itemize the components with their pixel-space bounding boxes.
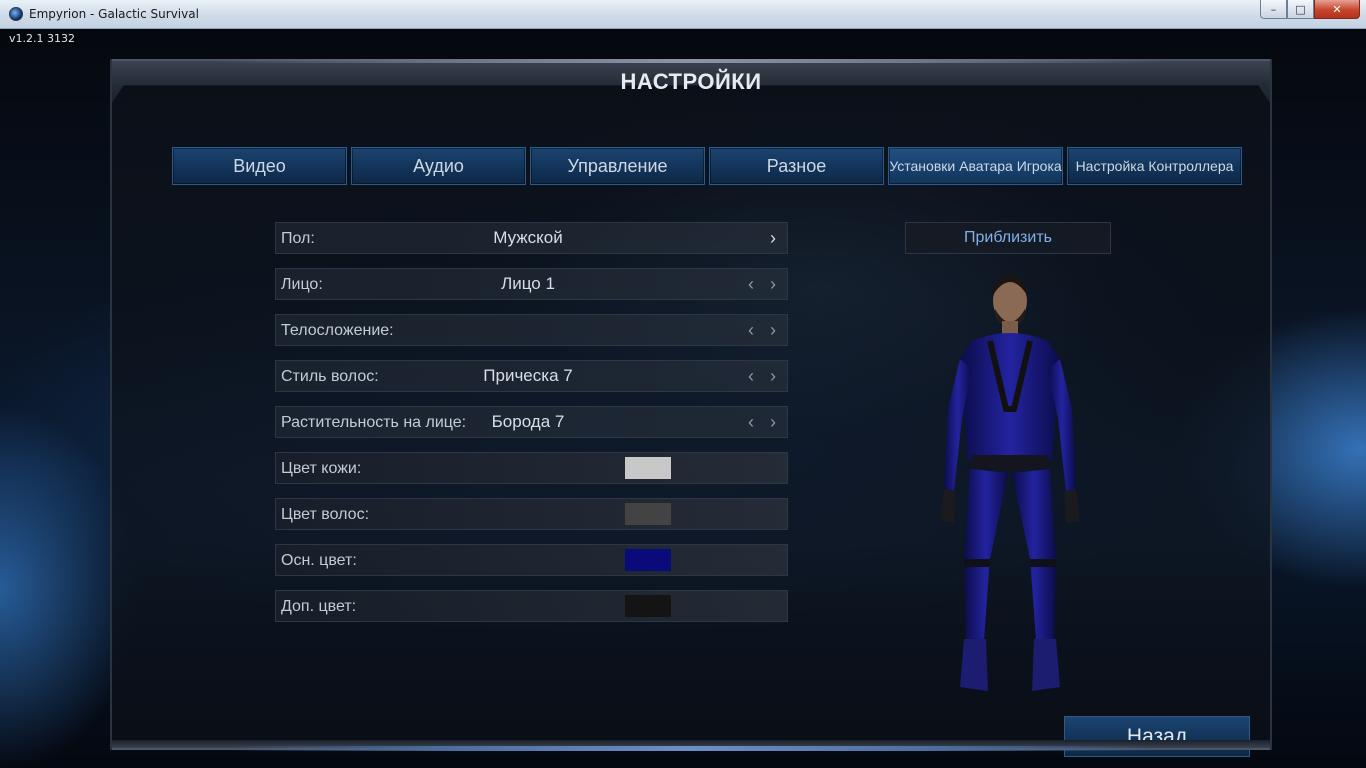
page-title: НАСТРОЙКИ: [620, 69, 762, 94]
gender-next-arrow-icon[interactable]: ›: [763, 228, 783, 248]
hair-style-label: Стиль волос:: [281, 368, 379, 385]
facial-hair-value: Борода 7: [491, 412, 565, 431]
hair-color-label: Цвет волос:: [281, 506, 370, 523]
body-type-row: Телосложение: ‹ ›: [275, 314, 788, 346]
skin-color-label: Цвет кожи:: [281, 460, 362, 477]
body-type-next-arrow-icon[interactable]: ›: [763, 320, 783, 340]
panel-footer-accent: [222, 746, 1160, 751]
hair-style-next-arrow-icon[interactable]: ›: [763, 366, 783, 386]
tab-controller-settings[interactable]: Настройка Контроллера: [1067, 147, 1242, 185]
minimize-button[interactable]: –: [1260, 0, 1287, 19]
facial-hair-prev-arrow-icon[interactable]: ‹: [741, 412, 761, 432]
hair-style-value: Прическа 7: [483, 366, 573, 385]
tab-video[interactable]: Видео: [172, 147, 347, 185]
face-row: Лицо: Лицо 1 ‹ ›: [275, 268, 788, 300]
skin-color-row: Цвет кожи:: [275, 452, 788, 484]
avatar-settings-list: Пол: Мужской › Лицо: Лицо 1 ‹ › Телослож…: [275, 222, 788, 636]
zoom-button[interactable]: Приблизить: [905, 222, 1111, 254]
facial-hair-next-arrow-icon[interactable]: ›: [763, 412, 783, 432]
secondary-color-row: Доп. цвет:: [275, 590, 788, 622]
maximize-button[interactable]: □: [1287, 0, 1314, 19]
body-type-prev-arrow-icon[interactable]: ‹: [741, 320, 761, 340]
tab-misc[interactable]: Разное: [709, 147, 884, 185]
hair-style-row: Стиль волос: Прическа 7 ‹ ›: [275, 360, 788, 392]
face-prev-arrow-icon[interactable]: ‹: [741, 274, 761, 294]
hair-color-swatch[interactable]: [625, 503, 671, 525]
face-label: Лицо:: [281, 276, 323, 293]
gender-value: Мужской: [493, 228, 563, 247]
tab-player-avatar[interactable]: Установки Аватара Игрока: [888, 147, 1063, 185]
gender-label: Пол:: [281, 230, 315, 247]
version-label: v1.2.1 3132: [9, 32, 75, 45]
skin-color-swatch[interactable]: [625, 457, 671, 479]
secondary-color-swatch[interactable]: [625, 595, 671, 617]
facial-hair-row: Растительность на лице: Борода 7 ‹ ›: [275, 406, 788, 438]
body-type-label: Телосложение:: [281, 322, 394, 339]
hair-style-prev-arrow-icon[interactable]: ‹: [741, 366, 761, 386]
game-viewport: v1.2.1 3132 НАСТРОЙКИ Видео Аудио Управл…: [0, 29, 1366, 768]
panel-header-accent: [212, 59, 1170, 63]
window-title: Empyrion - Galactic Survival: [29, 7, 199, 21]
app-icon: [9, 7, 23, 21]
settings-panel: НАСТРОЙКИ Видео Аудио Управление Разное …: [110, 59, 1272, 757]
window-titlebar[interactable]: Empyrion - Galactic Survival – □ ✕: [0, 0, 1366, 29]
gender-row: Пол: Мужской ›: [275, 222, 788, 254]
tab-controls[interactable]: Управление: [530, 147, 705, 185]
hair-color-row: Цвет волос:: [275, 498, 788, 530]
face-next-arrow-icon[interactable]: ›: [763, 274, 783, 294]
settings-tabs: Видео Аудио Управление Разное Установки …: [172, 147, 1242, 185]
primary-color-row: Осн. цвет:: [275, 544, 788, 576]
secondary-color-label: Доп. цвет:: [281, 598, 357, 615]
primary-color-label: Осн. цвет:: [281, 552, 357, 569]
face-value: Лицо 1: [501, 274, 555, 293]
close-button[interactable]: ✕: [1314, 0, 1360, 19]
primary-color-swatch[interactable]: [625, 549, 671, 571]
avatar-preview[interactable]: [920, 259, 1100, 709]
window-controls: – □ ✕: [1260, 0, 1360, 19]
tab-audio[interactable]: Аудио: [351, 147, 526, 185]
